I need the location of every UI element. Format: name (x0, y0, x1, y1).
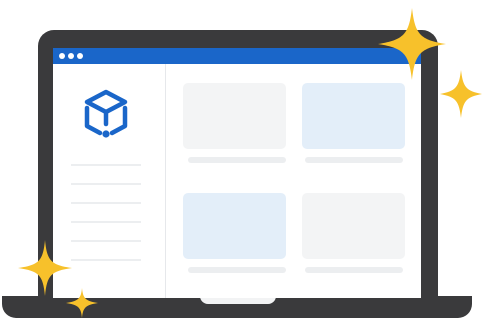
window-dot (68, 53, 74, 59)
laptop-illustration (0, 0, 482, 318)
card-caption-placeholder (188, 157, 286, 163)
laptop-screen (53, 48, 421, 298)
content-card (183, 193, 286, 259)
content-card (302, 193, 405, 259)
window-titlebar (53, 48, 421, 64)
content-card (183, 83, 286, 149)
window-dot (77, 53, 83, 59)
content-card (302, 83, 405, 149)
sidebar-item-placeholder (71, 164, 141, 166)
cube-app-logo-icon (84, 89, 128, 138)
card-caption-placeholder (305, 157, 403, 163)
four-point-star-icon (66, 288, 98, 318)
four-point-star-icon (440, 70, 482, 118)
sidebar-item-placeholder (71, 183, 141, 185)
window-dot (59, 53, 65, 59)
sidebar-item-placeholder (71, 221, 141, 223)
sidebar-item-placeholder (71, 240, 141, 242)
sidebar-item-placeholder (71, 202, 141, 204)
sidebar-item-placeholder (71, 259, 141, 261)
card-caption-placeholder (305, 267, 403, 273)
card-caption-placeholder (188, 267, 286, 273)
